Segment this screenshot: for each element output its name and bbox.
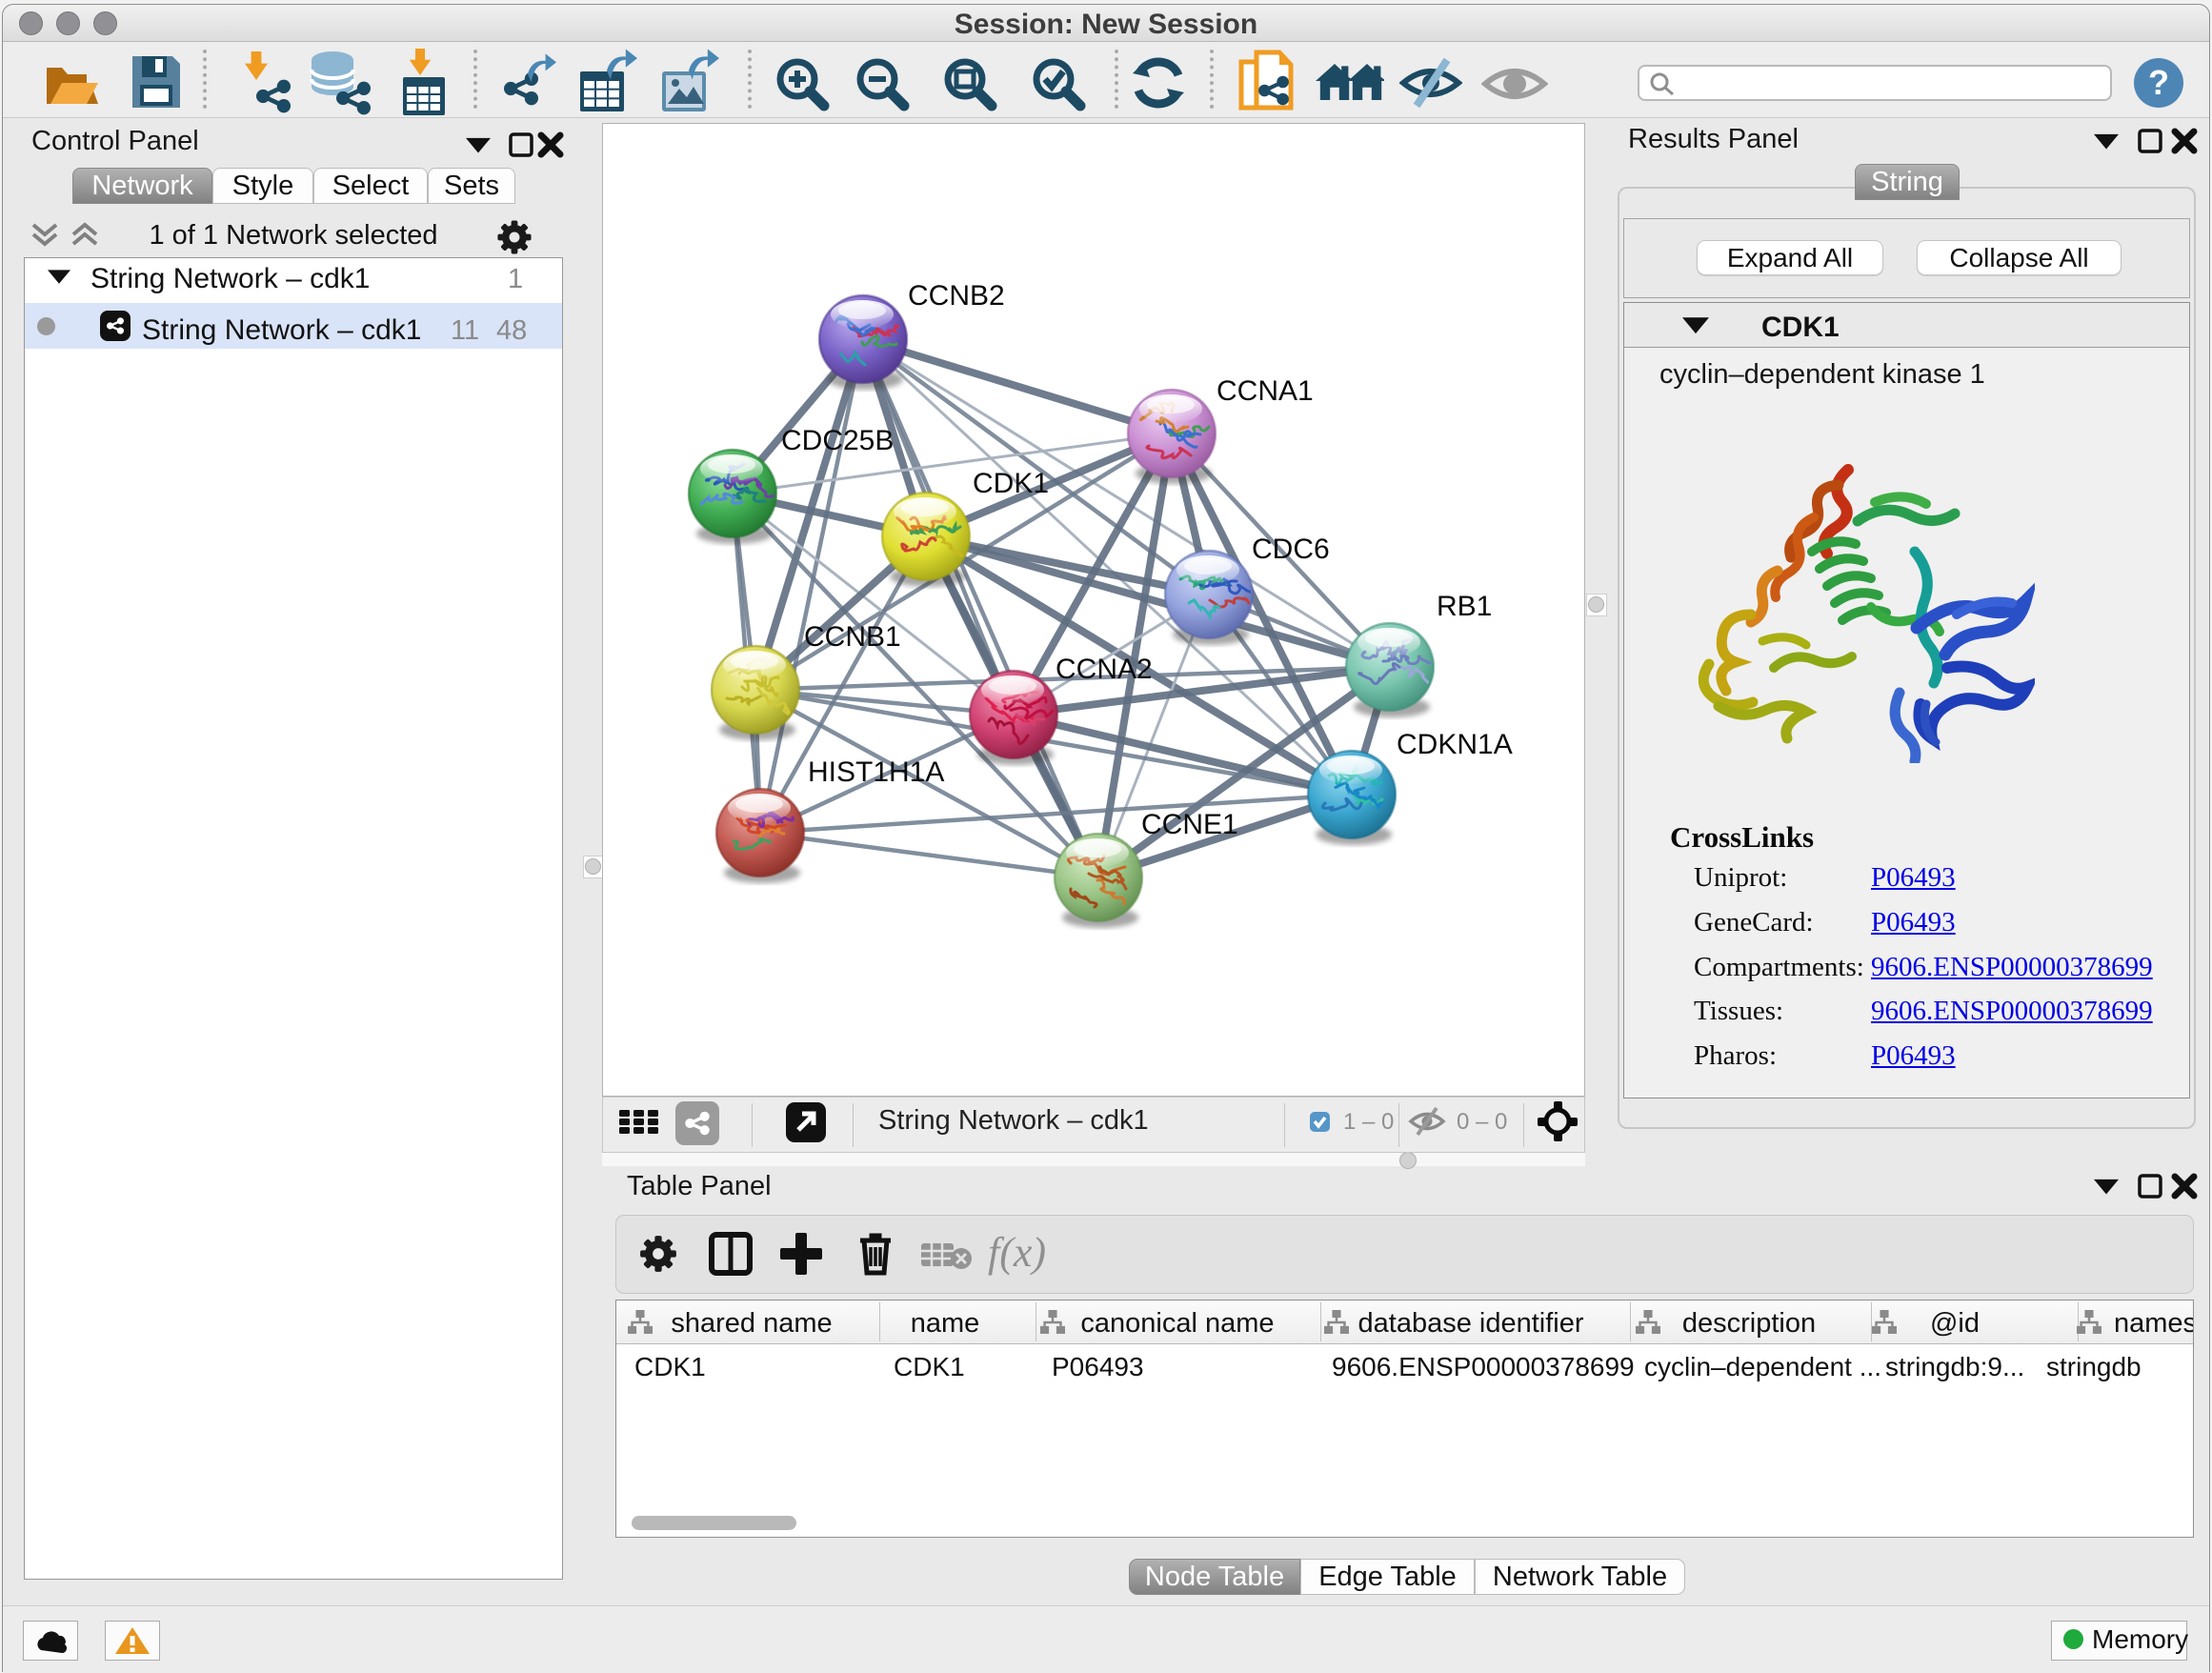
svg-text:CCNB1: CCNB1 bbox=[804, 621, 901, 653]
svg-text:HIST1H1A: HIST1H1A bbox=[808, 756, 944, 788]
svg-text:CDC25B: CDC25B bbox=[781, 425, 894, 456]
svg-text:CCNB2: CCNB2 bbox=[908, 280, 1005, 312]
svg-text:CCNA2: CCNA2 bbox=[1056, 654, 1153, 685]
svg-text:CDKN1A: CDKN1A bbox=[1397, 729, 1513, 760]
svg-text:CCNE1: CCNE1 bbox=[1141, 809, 1238, 840]
svg-text:RB1: RB1 bbox=[1437, 591, 1492, 622]
svg-text:CCNA1: CCNA1 bbox=[1217, 375, 1314, 407]
svg-text:CDK1: CDK1 bbox=[973, 468, 1049, 499]
svg-text:CDC6: CDC6 bbox=[1252, 534, 1330, 565]
